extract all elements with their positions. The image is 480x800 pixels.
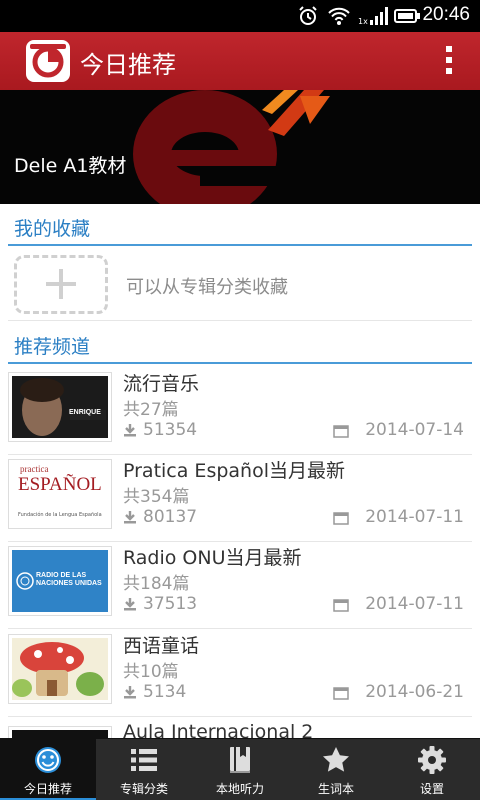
app-logo-icon	[30, 44, 66, 78]
overflow-menu-icon[interactable]	[444, 46, 454, 78]
alarm-icon	[299, 6, 317, 25]
tab-label: 设置	[419, 782, 444, 796]
channel-thumbnail-text: ESPAÑOL	[18, 474, 102, 495]
tab-today[interactable]: 今日推荐	[0, 739, 96, 800]
tab-vocabulary[interactable]: 生词本	[288, 739, 384, 800]
channel-thumbnail-art	[12, 376, 108, 438]
tab-label: 专辑分类	[119, 782, 168, 796]
battery-icon	[394, 9, 420, 23]
un-emblem-icon	[16, 572, 34, 590]
calendar-icon	[333, 687, 349, 700]
channel-title: Radio ONU当月最新	[123, 547, 302, 569]
channel-item[interactable]: ENRIQUE 流行音乐 共27篇 51354 2014-07-14	[8, 368, 472, 455]
channel-count: 共10篇	[123, 662, 179, 682]
download-icon	[124, 686, 136, 699]
channel-title: Pratica Español当月最新	[123, 460, 345, 482]
download-icon	[124, 598, 136, 611]
action-bar: 今日推荐	[0, 32, 480, 90]
channel-thumbnail: RADIO DE LAS NACIONES UNIDAS	[8, 546, 112, 616]
channel-item[interactable]: Aula Internacional 2	[8, 718, 472, 738]
banner-caption: Dele A1教材	[14, 155, 127, 177]
gear-icon	[418, 746, 446, 774]
app-logo[interactable]	[26, 40, 70, 82]
tab-settings[interactable]: 设置	[384, 739, 480, 800]
add-favorite-button[interactable]	[14, 255, 108, 314]
smiley-icon	[35, 747, 61, 773]
tab-label: 本地听力	[215, 782, 264, 796]
calendar-icon	[333, 512, 349, 525]
channel-count: 共354篇	[123, 487, 190, 507]
banner-carousel[interactable]: Dele A1教材	[0, 90, 480, 204]
favorites-header-label: 我的收藏	[14, 218, 91, 240]
tab-label: 今日推荐	[23, 782, 72, 796]
plus-icon	[46, 269, 76, 299]
channel-downloads: 80137	[143, 507, 198, 527]
channel-count: 共27篇	[123, 400, 179, 420]
channel-downloads: 5134	[143, 682, 187, 702]
recommended-header: 推荐频道	[8, 322, 472, 364]
favorites-empty-hint: 可以从专辑分类收藏	[126, 277, 288, 298]
page-title: 今日推荐	[80, 51, 176, 79]
tab-categories[interactable]: 专辑分类	[96, 739, 192, 800]
channel-thumbnail	[8, 726, 112, 738]
channel-item[interactable]: RADIO DE LAS NACIONES UNIDAS Radio ONU当月…	[8, 542, 472, 629]
channel-date: 2014-07-11	[365, 507, 464, 527]
channel-downloads: 37513	[143, 594, 198, 614]
recommended-header-label: 推荐频道	[14, 336, 91, 358]
status-bar: 1x 20:46	[0, 0, 480, 32]
channel-thumbnail	[8, 634, 112, 704]
download-icon	[124, 511, 136, 524]
channel-thumbnail: ENRIQUE	[8, 372, 112, 442]
channel-title: 流行音乐	[123, 373, 200, 395]
channel-thumbnail-text: ENRIQUE	[69, 409, 101, 416]
wifi-icon	[328, 7, 350, 25]
download-icon	[124, 424, 136, 437]
channel-item[interactable]: 西语童话 共10篇 5134 2014-06-21	[8, 630, 472, 717]
channel-count: 共184篇	[123, 574, 190, 594]
list-icon	[131, 749, 157, 771]
channel-thumbnail: practica ESPAÑOL Fundación de la Lengua …	[8, 459, 112, 529]
calendar-icon	[333, 599, 349, 612]
bottom-tab-bar: 今日推荐 专辑分类 本地听力 生词本 设置	[0, 738, 480, 800]
signal-icon: 1x	[358, 7, 388, 26]
channel-item[interactable]: practica ESPAÑOL Fundación de la Lengua …	[8, 455, 472, 542]
favorites-header: 我的收藏	[8, 204, 472, 246]
channel-title: 西语童话	[123, 635, 200, 657]
banner-image	[0, 90, 480, 204]
carousel-indicator	[218, 194, 260, 204]
channel-date: 2014-07-11	[365, 594, 464, 614]
channel-date: 2014-06-21	[365, 682, 464, 702]
channel-date: 2014-07-14	[365, 420, 464, 440]
channel-thumbnail-art	[12, 638, 108, 700]
channel-thumbnail-subtext: Fundación de la Lengua Española	[18, 512, 102, 518]
channel-thumbnail-text: RADIO DE LAS NACIONES UNIDAS	[36, 572, 102, 587]
channel-title: Aula Internacional 2	[123, 721, 314, 738]
star-icon	[323, 747, 349, 772]
channel-downloads: 51354	[143, 420, 198, 440]
tab-label: 生词本	[317, 782, 354, 796]
channel-thumbnail-subtext: practica	[20, 464, 49, 474]
tab-local-listening[interactable]: 本地听力	[192, 739, 288, 800]
svg-text:1x: 1x	[358, 17, 368, 26]
clock: 20:46	[422, 4, 470, 25]
book-icon	[230, 747, 250, 773]
calendar-icon	[333, 425, 349, 438]
favorites-empty-row: 可以从专辑分类收藏	[8, 247, 472, 321]
